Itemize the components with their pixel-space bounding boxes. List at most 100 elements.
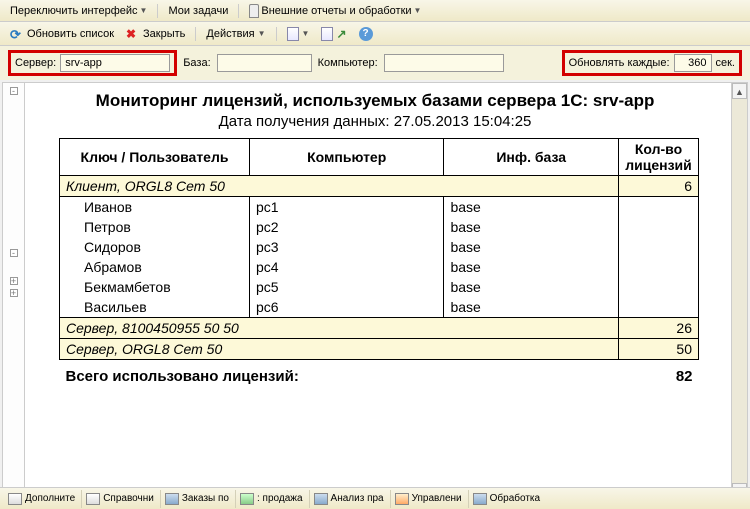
chart-icon [314, 493, 328, 505]
cell-count [619, 217, 699, 237]
status-item[interactable]: : продажа [235, 490, 307, 508]
status-item[interactable]: Анализ пра [309, 490, 388, 508]
export-button[interactable]: ↗ [317, 26, 350, 42]
menu-my-tasks[interactable]: Мои задачи [164, 4, 232, 18]
outline-expand-button[interactable]: + [10, 277, 18, 285]
doc-button[interactable]: ▼ [283, 26, 314, 42]
page-icon [8, 493, 22, 505]
cell-user: Иванов [60, 197, 250, 218]
seconds-label: сек. [716, 57, 736, 69]
help-button[interactable]: ? [355, 26, 377, 42]
computer-label: Компьютер: [318, 57, 378, 69]
help-icon: ? [359, 27, 373, 41]
col-computer: Компьютер [250, 139, 444, 176]
refresh-button[interactable]: ⟳ Обновить список [6, 26, 118, 42]
close-button[interactable]: ✖ Закрыть [122, 26, 189, 42]
actions-menu[interactable]: Действия ▼ [202, 27, 269, 41]
menu-label: Мои задачи [168, 5, 228, 17]
group-row[interactable]: Клиент, ORGL8 Сет 50 6 [60, 176, 699, 197]
cell-user: Сидоров [60, 237, 250, 257]
cell-pc: pc6 [250, 297, 444, 318]
cell-pc: pc1 [250, 197, 444, 218]
group-name: Сервер, 8100450955 50 50 [60, 318, 619, 339]
chevron-down-icon: ▼ [302, 29, 310, 38]
outline-expand-button[interactable]: + [10, 289, 18, 297]
menu-label: Внешние отчеты и обработки [261, 5, 411, 17]
menu-external-reports[interactable]: Внешние отчеты и обработки ▼ [245, 3, 425, 19]
menu-switch-ui[interactable]: Переключить интерфейс ▼ [6, 4, 151, 18]
group-row[interactable]: Сервер, ORGL8 Сет 50 50 [60, 339, 699, 360]
button-label: Обновить список [27, 28, 114, 40]
group-count: 26 [619, 318, 699, 339]
cell-base: base [444, 257, 619, 277]
cell-base: base [444, 217, 619, 237]
status-bar: Дополните Справочни Заказы по : продажа … [0, 487, 750, 509]
close-icon: ✖ [126, 27, 140, 41]
group-name: Сервер, ORGL8 Сет 50 [60, 339, 619, 360]
table-row: Ивановpc1base [60, 197, 699, 218]
status-item[interactable]: Справочни [81, 490, 158, 508]
cell-base: base [444, 197, 619, 218]
group-count: 6 [619, 176, 699, 197]
main-menu: Переключить интерфейс ▼ Мои задачи Внешн… [0, 0, 750, 22]
status-label: Дополните [25, 493, 75, 504]
col-count: Кол-во лицензий [619, 139, 699, 176]
group-name: Клиент, ORGL8 Сет 50 [60, 176, 619, 197]
chevron-down-icon: ▼ [414, 6, 422, 15]
document-icon [321, 27, 333, 41]
cell-count [619, 297, 699, 318]
cell-base: base [444, 237, 619, 257]
status-item[interactable]: Обработка [468, 490, 544, 508]
cell-user: Васильев [60, 297, 250, 318]
chevron-down-icon: ▼ [258, 29, 266, 38]
base-label: База: [183, 57, 210, 69]
group-row[interactable]: Сервер, 8100450955 50 50 26 [60, 318, 699, 339]
page-icon [165, 493, 179, 505]
status-label: : продажа [257, 493, 303, 504]
computer-input[interactable] [384, 54, 504, 72]
cell-user: Петров [60, 217, 250, 237]
page-icon [240, 493, 254, 505]
button-label: Закрыть [143, 28, 185, 40]
base-input[interactable] [217, 54, 312, 72]
cell-pc: pc5 [250, 277, 444, 297]
refresh-icon: ⟳ [10, 27, 24, 41]
report-document: Мониторинг лицензий, используемых базами… [25, 83, 731, 499]
outline-collapse-button[interactable]: - [10, 249, 18, 257]
status-label: Справочни [103, 493, 154, 504]
page-icon [395, 493, 409, 505]
group-count: 50 [619, 339, 699, 360]
page-icon [86, 493, 100, 505]
scroll-up-icon[interactable]: ▲ [732, 83, 747, 99]
status-label: Анализ пра [331, 493, 384, 504]
cell-count [619, 257, 699, 277]
refresh-interval-input[interactable] [674, 54, 712, 72]
cell-count [619, 197, 699, 218]
outline-gutter: - - + + [3, 83, 25, 499]
outline-collapse-button[interactable]: - [10, 87, 18, 95]
filter-bar: Сервер: База: Компьютер: Обновлять кажды… [0, 46, 750, 80]
document-icon [287, 27, 299, 41]
separator [157, 4, 158, 18]
status-item[interactable]: Заказы по [160, 490, 233, 508]
status-item[interactable]: Управлени [390, 490, 466, 508]
clip-icon [249, 4, 259, 18]
status-label: Управлени [412, 493, 462, 504]
report-table: Ключ / Пользователь Компьютер Инф. база … [59, 138, 699, 387]
separator [238, 4, 239, 18]
cell-pc: pc4 [250, 257, 444, 277]
refresh-interval-box: Обновлять каждые: сек. [562, 50, 742, 76]
server-label: Сервер: [15, 57, 56, 69]
status-label: Обработка [490, 493, 540, 504]
cell-pc: pc2 [250, 217, 444, 237]
table-row: Сидоровpc3base [60, 237, 699, 257]
cell-user: Бекмамбетов [60, 277, 250, 297]
cell-count [619, 237, 699, 257]
refresh-every-label: Обновлять каждые: [569, 57, 670, 69]
report-title: Мониторинг лицензий, используемых базами… [29, 91, 721, 111]
menu-label: Переключить интерфейс [10, 5, 138, 17]
status-label: Заказы по [182, 493, 229, 504]
vertical-scrollbar[interactable]: ▲ ▼ [731, 83, 747, 499]
server-input[interactable] [60, 54, 170, 72]
status-item[interactable]: Дополните [4, 490, 79, 508]
